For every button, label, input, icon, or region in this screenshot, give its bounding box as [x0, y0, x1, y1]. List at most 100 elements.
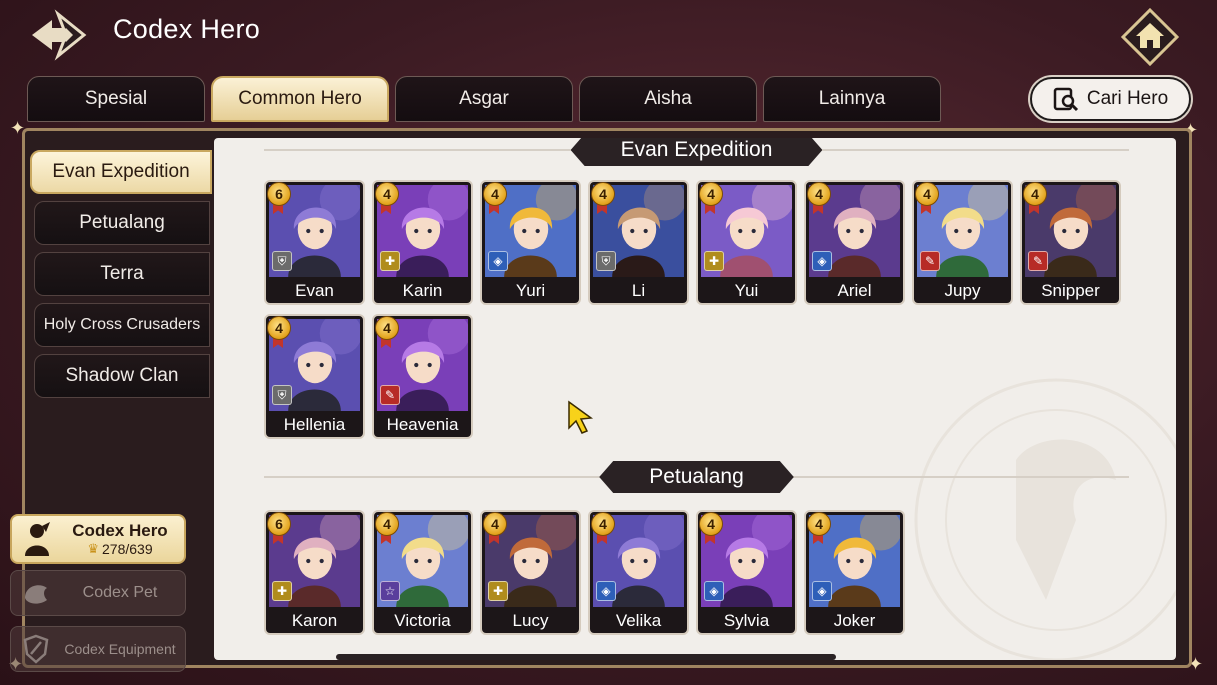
- codex-hero-count: ♛ 278/639: [87, 541, 153, 557]
- star-grade-badge: 4: [807, 182, 831, 206]
- hero-grid-evan-expedition: 6 ⛨ Evan 4 ✚ Karin 4 ◈ Yuri 4 ⛨ Li 4 ✚ Y…: [264, 180, 1121, 439]
- star-grade-badge: 4: [483, 182, 507, 206]
- star-grade-badge: 6: [267, 512, 291, 536]
- hero-card[interactable]: 4 ☆ Victoria: [372, 510, 473, 635]
- class-defense-icon: ⛨: [272, 251, 292, 271]
- class-defense-icon: ⛨: [596, 251, 616, 271]
- codex-hero-button[interactable]: Codex Hero ♛ 278/639: [10, 514, 186, 564]
- class-magic-icon: ◈: [812, 251, 832, 271]
- star-grade-badge: 4: [375, 316, 399, 340]
- hero-name: Jupy: [944, 281, 981, 300]
- hero-name: Snipper: [1041, 281, 1100, 300]
- hero-card[interactable]: 4 ✎ Jupy: [912, 180, 1013, 305]
- class-magic-icon: ◈: [704, 581, 724, 601]
- codex-pet-label: Codex Pet: [82, 584, 158, 601]
- star-grade-badge: 6: [267, 182, 291, 206]
- sidebar-item-holy-cross-crusaders[interactable]: Holy Cross Crusaders: [34, 303, 210, 347]
- star-grade-badge: 4: [1023, 182, 1047, 206]
- codex-hero-label: Codex Hero: [72, 521, 168, 540]
- sidebar-item-petualang[interactable]: Petualang: [34, 201, 210, 245]
- codex-equipment-button[interactable]: Codex Equipment: [10, 626, 186, 672]
- hero-silhouette-icon: [18, 519, 56, 559]
- search-icon: [1053, 87, 1078, 112]
- home-icon: [1121, 8, 1179, 66]
- class-support-icon: ✚: [380, 251, 400, 271]
- crown-icon: ♛: [87, 541, 100, 556]
- star-grade-badge: 4: [699, 182, 723, 206]
- section-header-petualang: Petualang: [264, 459, 1129, 495]
- class-magic-icon: ◈: [596, 581, 616, 601]
- star-grade-badge: 4: [807, 512, 831, 536]
- cursor-pointer-icon: [568, 400, 594, 434]
- shield-icon: [17, 629, 55, 669]
- star-grade-badge: 4: [699, 512, 723, 536]
- codex-pet-button[interactable]: Codex Pet: [10, 570, 186, 616]
- hero-card[interactable]: 4 ◈ Joker: [804, 510, 905, 635]
- back-button[interactable]: [28, 8, 92, 62]
- star-grade-badge: 4: [375, 182, 399, 206]
- faction-sidebar: Evan Expedition Petualang Terra Holy Cro…: [30, 150, 212, 405]
- class-attack-icon: ✎: [380, 385, 400, 405]
- home-button[interactable]: [1121, 8, 1179, 66]
- search-label: Cari Hero: [1086, 88, 1169, 109]
- class-support-icon: ✚: [272, 581, 292, 601]
- class-support-icon: ✚: [704, 251, 724, 271]
- hero-card[interactable]: 6 ✚ Karon: [264, 510, 365, 635]
- sidebar-item-evan-expedition[interactable]: Evan Expedition: [30, 150, 212, 194]
- class-defense-icon: ⛨: [272, 385, 292, 405]
- section-header-evan-expedition: Evan Expedition: [264, 138, 1129, 168]
- class-support-icon: ✚: [488, 581, 508, 601]
- star-grade-badge: 4: [483, 512, 507, 536]
- star-grade-badge: 4: [915, 182, 939, 206]
- hero-name: Yui: [734, 281, 759, 300]
- hero-name: Karon: [291, 611, 338, 630]
- class-universal-icon: ☆: [380, 581, 400, 601]
- hero-card[interactable]: 6 ⛨ Evan: [264, 180, 365, 305]
- hero-name: Hellenia: [283, 415, 346, 434]
- hero-card[interactable]: 4 ✎ Snipper: [1020, 180, 1121, 305]
- codex-equipment-label: Codex Equipment: [64, 641, 176, 657]
- star-grade-badge: 4: [591, 512, 615, 536]
- category-tabs: Spesial Common Hero Asgar Aisha Lainnya: [27, 76, 941, 122]
- hero-name: Heavenia: [386, 415, 459, 434]
- star-grade-badge: 4: [267, 316, 291, 340]
- hero-name: Karin: [402, 281, 443, 300]
- hero-card[interactable]: 4 ◈ Yuri: [480, 180, 581, 305]
- hero-name: Ariel: [837, 281, 872, 300]
- back-arrow-icon: [32, 9, 87, 61]
- hero-name: Lucy: [512, 611, 549, 630]
- hero-grid-petualang: 6 ✚ Karon 4 ☆ Victoria 4 ✚ Lucy 4 ◈ Veli…: [264, 510, 1121, 635]
- hero-name: Yuri: [515, 281, 546, 300]
- tab-aisha[interactable]: Aisha: [579, 76, 757, 122]
- star-grade-badge: 4: [591, 182, 615, 206]
- next-section-header: [336, 654, 836, 660]
- hero-card[interactable]: 4 ⛨ Hellenia: [264, 314, 365, 439]
- hero-list-panel[interactable]: Evan Expedition 6 ⛨ Evan 4 ✚ Karin 4 ◈ Y…: [214, 138, 1176, 660]
- hero-card[interactable]: 4 ✎ Heavenia: [372, 314, 473, 439]
- pet-icon: [17, 573, 55, 613]
- star-grade-badge: 4: [375, 512, 399, 536]
- tab-common-hero[interactable]: Common Hero: [211, 76, 389, 122]
- class-attack-icon: ✎: [920, 251, 940, 271]
- hero-name: Li: [631, 281, 646, 300]
- tab-asgar[interactable]: Asgar: [395, 76, 573, 122]
- hero-card[interactable]: 4 ✚ Lucy: [480, 510, 581, 635]
- hero-card[interactable]: 4 ⛨ Li: [588, 180, 689, 305]
- class-magic-icon: ◈: [488, 251, 508, 271]
- hero-card[interactable]: 4 ◈ Velika: [588, 510, 689, 635]
- hero-card[interactable]: 4 ✚ Yui: [696, 180, 797, 305]
- tab-lainnya[interactable]: Lainnya: [763, 76, 941, 122]
- tab-spesial[interactable]: Spesial: [27, 76, 205, 122]
- hero-card[interactable]: 4 ◈ Sylvia: [696, 510, 797, 635]
- class-attack-icon: ✎: [1028, 251, 1048, 271]
- sidebar-item-terra[interactable]: Terra: [34, 252, 210, 296]
- hero-card[interactable]: 4 ✚ Karin: [372, 180, 473, 305]
- hero-card[interactable]: 4 ◈ Ariel: [804, 180, 905, 305]
- hero-name: Velika: [615, 611, 662, 630]
- hero-name: Victoria: [394, 611, 451, 630]
- sidebar-item-shadow-clan[interactable]: Shadow Clan: [34, 354, 210, 398]
- hero-name: Sylvia: [723, 611, 770, 630]
- class-magic-icon: ◈: [812, 581, 832, 601]
- search-hero-button[interactable]: Cari Hero: [1030, 77, 1191, 121]
- hero-name: Evan: [295, 281, 334, 300]
